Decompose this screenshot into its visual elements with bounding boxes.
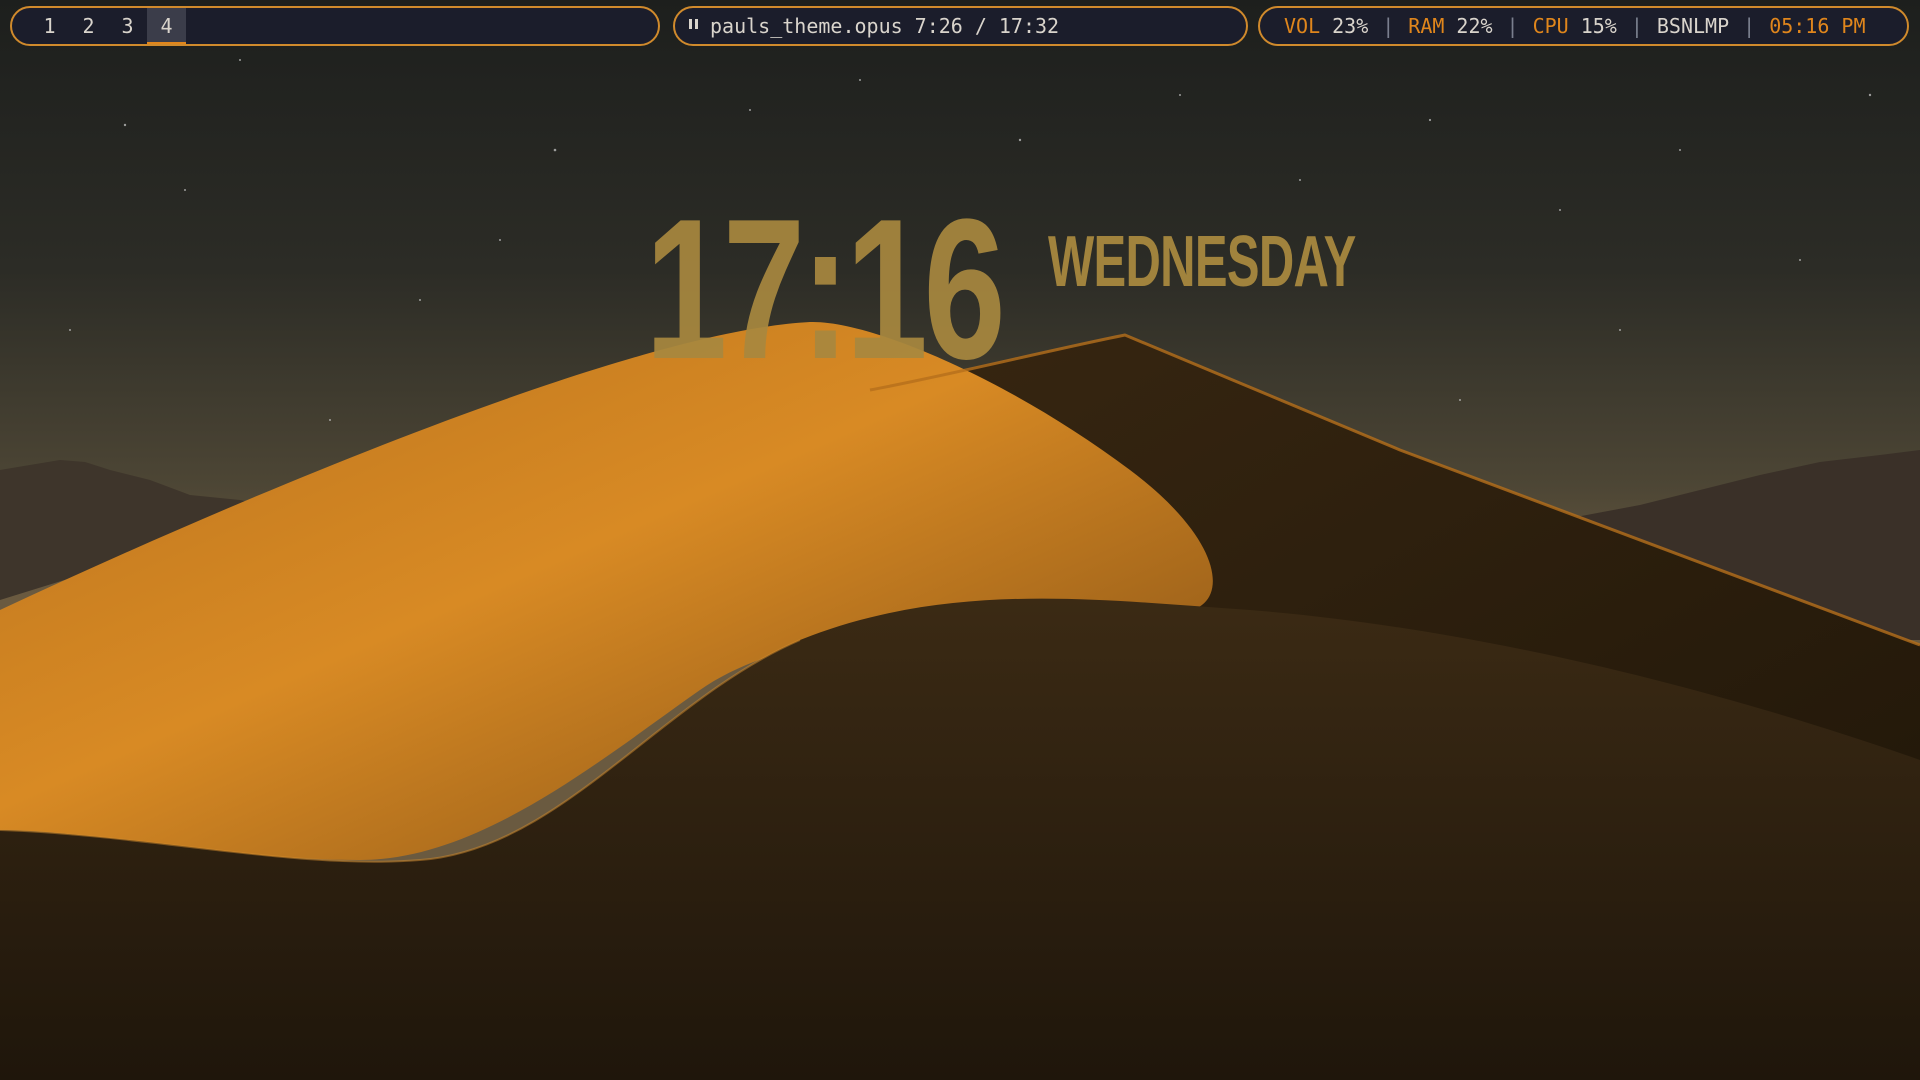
workspace-4[interactable]: 4 (147, 8, 186, 44)
media-track: pauls_theme.opus (710, 14, 903, 38)
workspace-1[interactable]: 1 (30, 8, 69, 44)
media-bar[interactable]: pauls_theme.opus 7:26 / 17:32 (673, 6, 1248, 46)
status-bar: VOL 23% | RAM 22% | CPU 15% | BSNLMP | 0… (1258, 6, 1909, 46)
ram-label: RAM (1408, 14, 1445, 38)
media-separator: / (974, 14, 987, 38)
cpu-value: 15% (1580, 14, 1617, 38)
cpu-label: CPU (1532, 14, 1569, 38)
workspace-2[interactable]: 2 (69, 8, 108, 44)
pause-icon[interactable] (689, 19, 698, 29)
desktop-clock-time: 17:16 (645, 178, 1006, 401)
desert-dune-wallpaper (0, 0, 1920, 1080)
workspace-bar: 1 2 3 4 (10, 6, 660, 46)
desktop-clock-day: WEDNESDAY (1048, 222, 1356, 302)
ram-value: 22% (1456, 14, 1493, 38)
workspace-3[interactable]: 3 (108, 8, 147, 44)
separator: | (1506, 14, 1519, 38)
vol-value[interactable]: 23% (1332, 14, 1368, 38)
separator: | (1630, 14, 1643, 38)
bar-clock[interactable]: 05:16 PM (1769, 14, 1865, 38)
media-duration: 17:32 (998, 14, 1060, 38)
separator: | (1382, 14, 1395, 38)
network-name[interactable]: BSNLMP (1657, 14, 1729, 38)
desktop: 1 2 3 4 pauls_theme.opus 7:26 / 17:32 VO… (0, 0, 1920, 1080)
separator: | (1743, 14, 1756, 38)
media-position: 7:26 (914, 14, 963, 38)
vol-label: VOL (1284, 14, 1321, 38)
